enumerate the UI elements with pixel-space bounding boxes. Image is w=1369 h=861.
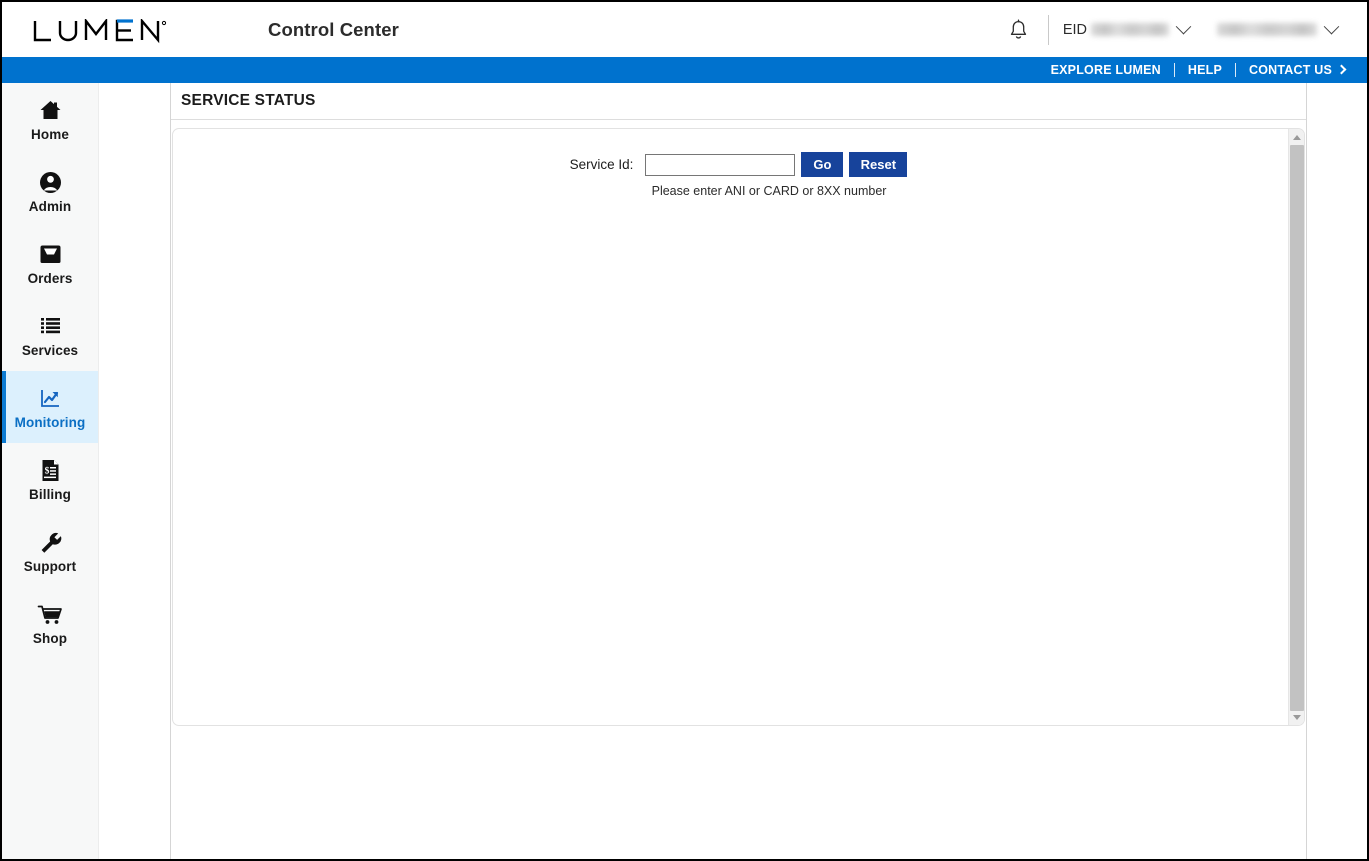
scrollbar-thumb[interactable] (1290, 145, 1304, 711)
sidebar-item-shop[interactable]: Shop (2, 587, 98, 659)
sidebar-item-monitoring[interactable]: Monitoring (2, 371, 98, 443)
user-account-dropdown[interactable] (1195, 2, 1343, 57)
left-sidebar-nav: Home Admin Orders Services Monitoring $ … (2, 83, 99, 859)
sidebar-label-services: Services (21, 343, 79, 358)
chart-trending-up-icon (38, 384, 63, 412)
sidebar-item-billing[interactable]: $ Billing (2, 443, 98, 515)
inbox-tray-icon (38, 240, 63, 268)
page-title-bar: SERVICE STATUS (171, 83, 1306, 120)
chevron-down-icon (1323, 18, 1340, 35)
sidebar-item-services[interactable]: Services (2, 299, 98, 371)
eid-dropdown[interactable]: EID (1063, 2, 1195, 57)
app-title: Control Center (268, 18, 399, 40)
sidebar-label-admin: Admin (28, 199, 72, 214)
service-id-input[interactable] (645, 153, 796, 176)
home-icon (38, 96, 63, 124)
contact-us-link[interactable]: CONTACT US (1236, 63, 1349, 77)
header-divider (1047, 14, 1049, 45)
user-circle-icon (38, 168, 63, 196)
eid-value-redacted (1091, 23, 1169, 36)
scroll-down-button[interactable] (1289, 709, 1304, 725)
explore-lumen-link[interactable]: EXPLORE LUMEN (1038, 63, 1174, 77)
main-content-area: SERVICE STATUS Service Id: Go Reset Plea… (170, 83, 1307, 859)
scroll-up-arrow-icon (1293, 134, 1301, 140)
sidebar-item-admin[interactable]: Admin (2, 155, 98, 227)
svg-text:$: $ (44, 465, 49, 476)
content-footer-space (171, 727, 1306, 859)
nav-separator (1234, 63, 1236, 77)
service-id-label: Service Id: (569, 157, 634, 172)
top-header: Control Center EID (2, 2, 1367, 57)
chevron-down-icon (1175, 18, 1192, 35)
sidebar-item-support[interactable]: Support (2, 515, 98, 587)
list-icon (38, 312, 63, 340)
shopping-cart-icon (37, 600, 64, 628)
sidebar-item-home[interactable]: Home (2, 83, 98, 155)
sidebar-label-home: Home (31, 127, 69, 142)
scroll-up-button[interactable] (1289, 129, 1304, 145)
reset-button[interactable]: Reset (849, 152, 908, 177)
utility-nav-bar: EXPLORE LUMEN HELP CONTACT US (2, 57, 1367, 83)
service-id-helper-text: Please enter ANI or CARD or 8XX number (651, 184, 887, 198)
scroll-down-arrow-icon (1293, 714, 1301, 720)
sidebar-label-orders: Orders (27, 271, 73, 286)
notification-bell-icon (1011, 19, 1027, 39)
sidebar-label-shop: Shop (32, 631, 68, 646)
eid-label: EID (1062, 21, 1087, 38)
browser-window: Control Center EID EXPLORE LUMEN HELP CO… (0, 0, 1369, 861)
lumen-logo-mark (33, 18, 167, 43)
notification-bell-button[interactable] (1002, 13, 1036, 47)
contact-us-label: CONTACT US (1248, 63, 1332, 77)
go-button[interactable]: Go (801, 152, 844, 177)
page-title: SERVICE STATUS (181, 92, 316, 109)
sidebar-item-orders[interactable]: Orders (2, 227, 98, 299)
help-link[interactable]: HELP (1175, 63, 1235, 77)
sidebar-label-billing: Billing (29, 487, 71, 502)
service-status-panel: Service Id: Go Reset Please enter ANI or… (172, 128, 1305, 726)
user-name-redacted (1217, 23, 1317, 36)
panel-scrollbar[interactable] (1288, 129, 1304, 725)
sidebar-label-support: Support (23, 559, 77, 574)
wrench-icon (38, 528, 63, 556)
invoice-dollar-icon: $ (39, 456, 62, 484)
header-right-group: EID (1002, 2, 1367, 57)
lumen-logo[interactable] (32, 15, 172, 45)
nav-separator (1173, 63, 1175, 77)
chevron-right-icon (1336, 64, 1347, 75)
sidebar-label-monitoring: Monitoring (14, 415, 86, 430)
service-id-form: Service Id: Go Reset Please enter ANI or… (173, 129, 1304, 198)
